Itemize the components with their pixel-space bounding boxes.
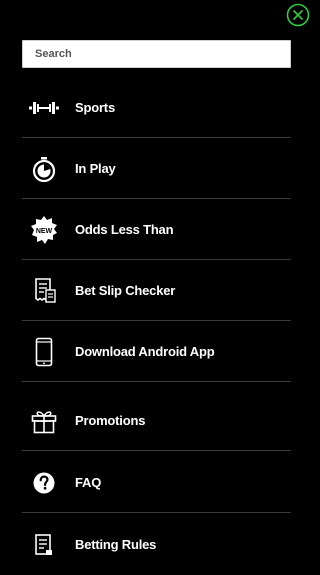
menu-item-odds-less-than[interactable]: NEW Odds Less Than [22, 199, 291, 260]
menu-item-label: Bet Slip Checker [75, 283, 176, 298]
menu-item-label: FAQ [75, 475, 102, 490]
new-badge-icon: NEW [22, 215, 66, 244]
side-menu: Search Sports In Play NEW Odds Less Than… [22, 40, 291, 555]
menu-item-bet-slip-checker[interactable]: Bet Slip Checker [22, 260, 291, 321]
gift-icon [22, 408, 66, 434]
menu-item-label: In Play [75, 161, 116, 176]
dumbbell-icon [22, 100, 66, 116]
stopwatch-icon [22, 156, 66, 182]
receipt-icon [22, 277, 66, 304]
menu-item-label: Download Android App [75, 344, 215, 359]
menu-item-faq[interactable]: FAQ [22, 452, 291, 513]
divider [22, 450, 291, 451]
question-icon [22, 472, 66, 494]
menu-item-label: Sports [75, 100, 115, 115]
menu-item-label: Promotions [75, 413, 146, 428]
menu-item-betting-rules[interactable]: Betting Rules [22, 514, 291, 575]
document-icon [22, 533, 66, 556]
search-placeholder: Search [35, 48, 72, 60]
divider [22, 512, 291, 513]
divider [22, 381, 291, 382]
menu-item-download-android-app[interactable]: Download Android App [22, 321, 291, 382]
smartphone-icon [22, 337, 66, 367]
close-button[interactable] [286, 3, 310, 27]
menu-item-in-play[interactable]: In Play [22, 138, 291, 199]
close-icon [286, 3, 310, 27]
search-input[interactable]: Search [22, 40, 291, 68]
new-badge-text: NEW [36, 228, 53, 235]
menu-item-promotions[interactable]: Promotions [22, 390, 291, 451]
menu-item-label: Odds Less Than [75, 222, 174, 237]
menu-item-sports[interactable]: Sports [22, 77, 291, 138]
